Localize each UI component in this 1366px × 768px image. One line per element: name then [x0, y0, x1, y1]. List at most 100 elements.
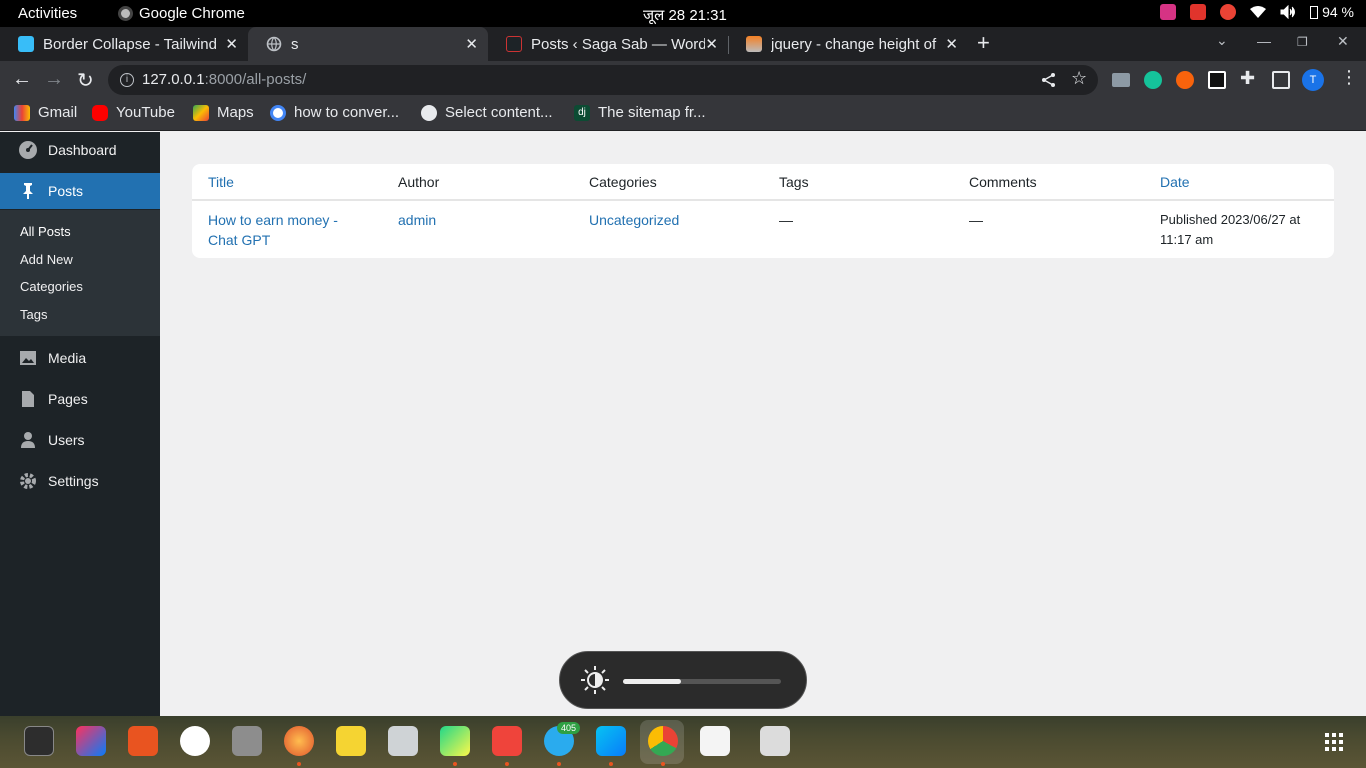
- trash-icon[interactable]: [760, 726, 790, 756]
- menu-settings[interactable]: Settings: [0, 463, 160, 499]
- brightness-level: [623, 679, 682, 684]
- submenu-add-new[interactable]: Add New: [20, 252, 73, 267]
- bookmark-maps[interactable]: Maps: [193, 104, 254, 121]
- bookmark-gmail[interactable]: Gmail: [14, 104, 77, 121]
- restore-button[interactable]: ❐: [1297, 35, 1308, 49]
- close-icon[interactable]: ✕: [705, 35, 718, 53]
- webstorm-icon[interactable]: [596, 726, 626, 756]
- tailwind-icon: [18, 36, 34, 52]
- extension-dark-icon[interactable]: [1208, 71, 1226, 89]
- extensions-puzzle-icon[interactable]: ✚: [1240, 68, 1258, 88]
- tab-wordpress[interactable]: Posts ‹ Saga Sab — WordPress ✕: [488, 27, 728, 61]
- app-name: Google Chrome: [139, 5, 245, 22]
- app-store-icon[interactable]: [180, 726, 210, 756]
- running-indicator: [297, 762, 301, 766]
- intellij-icon[interactable]: [76, 726, 106, 756]
- menu-posts[interactable]: Posts: [0, 173, 160, 209]
- menu-kebab-icon[interactable]: ⋮: [1340, 67, 1358, 87]
- dock: 405: [0, 716, 1366, 768]
- notification-badge: 405: [557, 722, 581, 734]
- stackoverflow-icon: [746, 36, 762, 52]
- tab-tailwind[interactable]: Border Collapse - Tailwind ✕: [0, 27, 248, 61]
- brightness-icon: [581, 666, 609, 694]
- app-menu[interactable]: Google Chrome: [118, 5, 245, 22]
- post-title[interactable]: How to earn money -: [208, 210, 338, 230]
- tab-title: jquery - change height of: [771, 35, 937, 53]
- menu-users[interactable]: Users: [0, 422, 160, 458]
- show-apps-icon[interactable]: [1324, 732, 1344, 752]
- menu-pages[interactable]: Pages: [0, 381, 160, 417]
- address-bar[interactable]: i 127.0.0.1:8000/all-posts/: [108, 65, 1098, 95]
- image-extension-icon[interactable]: [1112, 73, 1130, 87]
- column-categories: Categories: [589, 174, 657, 190]
- bookmark-star-icon[interactable]: ☆: [1071, 68, 1089, 88]
- browser-toolbar: ← → ↻ i 127.0.0.1:8000/all-posts/ ☆ ✚ T …: [0, 61, 1366, 99]
- tab-title: Posts ‹ Saga Sab — WordPress: [531, 35, 705, 53]
- tab-stackoverflow[interactable]: jquery - change height of ✕: [728, 27, 968, 61]
- extension-orange-icon[interactable]: [1176, 71, 1194, 89]
- clock[interactable]: जूल 28 21:31: [643, 5, 727, 25]
- column-comments: Comments: [969, 174, 1037, 190]
- reload-button[interactable]: ↻: [77, 68, 94, 93]
- user-icon: [21, 432, 35, 448]
- profile-avatar[interactable]: T: [1302, 69, 1324, 91]
- brightness-osd: [559, 651, 807, 709]
- share-icon[interactable]: [1040, 71, 1058, 89]
- pycharm-icon[interactable]: [440, 726, 470, 756]
- menu-dashboard[interactable]: Dashboard: [0, 132, 160, 168]
- post-title-cont[interactable]: Chat GPT: [208, 230, 270, 250]
- bookmark-select-content[interactable]: Select content...: [421, 104, 553, 121]
- back-button[interactable]: ←: [12, 68, 32, 91]
- side-panel-icon[interactable]: [1272, 71, 1290, 89]
- terminal-icon[interactable]: [24, 726, 54, 756]
- grammarly-icon[interactable]: [1144, 71, 1162, 89]
- tab-search-icon[interactable]: ⌄: [1216, 32, 1228, 49]
- gear-icon: [20, 473, 36, 489]
- brightness-slider: [623, 679, 781, 684]
- submenu-all-posts[interactable]: All Posts: [20, 224, 71, 239]
- url-host: 127.0.0.1: [142, 71, 205, 88]
- tab-active[interactable]: s ✕: [248, 27, 488, 61]
- firefox-icon[interactable]: [284, 726, 314, 756]
- submenu-tags[interactable]: Tags: [20, 307, 47, 322]
- site-info-icon[interactable]: i: [120, 73, 134, 87]
- forward-button[interactable]: →: [44, 68, 64, 91]
- close-icon[interactable]: ✕: [225, 35, 238, 53]
- bookmark-youtube[interactable]: YouTube: [92, 104, 175, 121]
- column-date[interactable]: Date: [1160, 174, 1190, 190]
- new-tab-button[interactable]: +: [977, 30, 990, 56]
- software-center-icon[interactable]: [128, 726, 158, 756]
- running-indicator: [453, 762, 457, 766]
- chrome-dock-icon[interactable]: [648, 726, 678, 756]
- close-icon[interactable]: ✕: [465, 35, 478, 53]
- post-author[interactable]: admin: [398, 210, 436, 230]
- window-close-button[interactable]: ✕: [1337, 33, 1349, 50]
- menu-media[interactable]: Media: [0, 340, 160, 376]
- gmail-icon: [14, 104, 30, 121]
- anydesk-icon: [1190, 4, 1207, 20]
- files-icon[interactable]: [232, 726, 262, 756]
- system-top-bar: Activities Google Chrome जूल 28 21:31 94…: [0, 0, 1366, 27]
- column-tags: Tags: [779, 174, 809, 190]
- submenu-categories[interactable]: Categories: [20, 279, 83, 294]
- wifi-icon: [1250, 6, 1267, 18]
- column-title[interactable]: Title: [208, 174, 234, 190]
- image-viewer-icon[interactable]: [388, 726, 418, 756]
- running-indicator: [505, 762, 509, 766]
- close-icon[interactable]: ✕: [945, 35, 958, 53]
- running-indicator: [609, 762, 613, 766]
- chrome-tray-icon: [1220, 4, 1237, 20]
- tab-title: Border Collapse - Tailwind: [43, 35, 217, 53]
- activities-button[interactable]: Activities: [18, 5, 77, 22]
- text-editor-icon[interactable]: [700, 726, 730, 756]
- bookmark-sitemap[interactable]: dj The sitemap fr...: [574, 104, 706, 121]
- sticky-notes-icon[interactable]: [336, 726, 366, 756]
- volume-icon: [1280, 5, 1296, 19]
- minimize-button[interactable]: —: [1257, 33, 1271, 49]
- bookmark-google[interactable]: how to conver...: [270, 104, 399, 121]
- system-tray[interactable]: 94 %: [1160, 4, 1354, 20]
- post-category[interactable]: Uncategorized: [589, 210, 679, 230]
- anydesk-dock-icon[interactable]: [492, 726, 522, 756]
- battery-icon: [1310, 6, 1319, 19]
- bookmark-label: Maps: [217, 104, 254, 121]
